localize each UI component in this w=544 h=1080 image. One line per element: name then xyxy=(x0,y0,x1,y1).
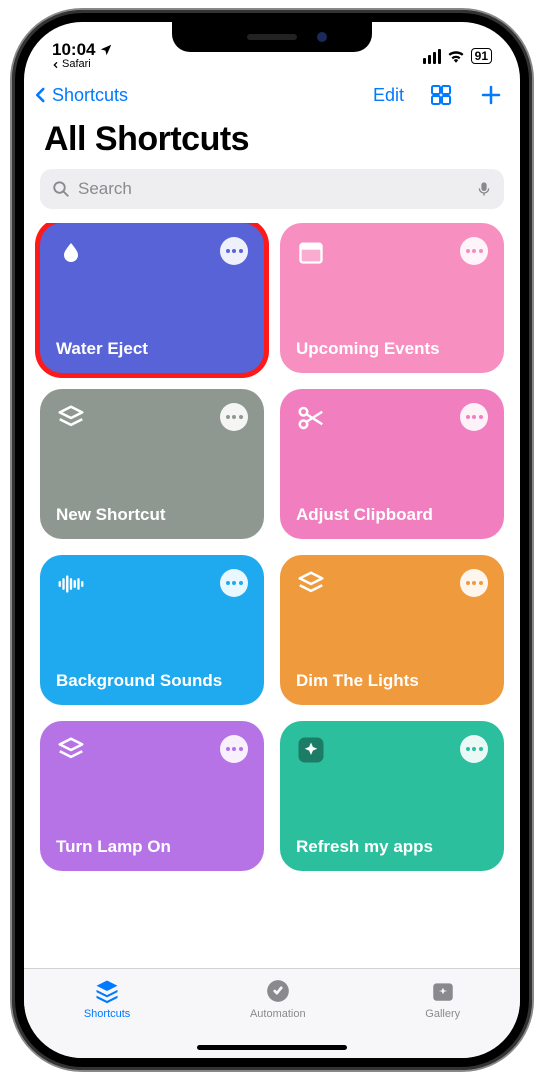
stack-icon xyxy=(296,569,326,599)
shortcut-tile[interactable]: Background Sounds xyxy=(40,555,264,705)
cellular-icon xyxy=(423,49,441,64)
screen: 10:04 Safari 91 Shortcuts Edit xyxy=(24,22,520,1058)
scissors-icon xyxy=(296,403,326,433)
more-button[interactable] xyxy=(460,735,488,763)
shortcut-tile[interactable]: Turn Lamp On xyxy=(40,721,264,871)
nav-back-label: Shortcuts xyxy=(52,85,128,106)
tile-label: Upcoming Events xyxy=(296,338,488,359)
tile-label: Dim The Lights xyxy=(296,670,488,691)
nav-back-button[interactable]: Shortcuts xyxy=(32,83,128,107)
tab-shortcuts[interactable]: Shortcuts xyxy=(84,977,130,1058)
shortcuts-grid: Water Eject Upcoming Events New Shortcut Ad… xyxy=(24,223,520,968)
stack-icon xyxy=(56,403,86,433)
search-input[interactable] xyxy=(78,179,468,199)
more-button[interactable] xyxy=(460,403,488,431)
drop-icon xyxy=(56,237,86,267)
tile-label: Water Eject xyxy=(56,338,248,359)
automation-tab-icon xyxy=(264,977,292,1005)
more-button[interactable] xyxy=(460,237,488,265)
gallery-tab-icon xyxy=(429,977,457,1005)
search-field[interactable] xyxy=(40,169,504,209)
device-frame: 10:04 Safari 91 Shortcuts Edit xyxy=(12,10,532,1070)
battery-indicator: 91 xyxy=(471,48,492,64)
page-title: All Shortcuts xyxy=(24,116,520,169)
tile-label: Refresh my apps xyxy=(296,836,488,857)
back-to-app[interactable]: Safari xyxy=(52,59,113,70)
tab-gallery[interactable]: Gallery xyxy=(425,977,460,1058)
tile-label: Adjust Clipboard xyxy=(296,504,488,525)
plus-icon xyxy=(479,83,503,107)
search-icon xyxy=(52,180,70,198)
grid-icon xyxy=(429,83,453,107)
tab-automation-label: Automation xyxy=(250,1008,306,1020)
shortcut-tile[interactable]: New Shortcut xyxy=(40,389,264,539)
notch xyxy=(172,22,372,52)
back-caret-icon xyxy=(52,61,60,69)
shortcut-tile[interactable]: Upcoming Events xyxy=(280,223,504,373)
nav-bar: Shortcuts Edit xyxy=(24,72,520,116)
shortcut-tile[interactable]: Adjust Clipboard xyxy=(280,389,504,539)
edit-button[interactable]: Edit xyxy=(373,85,404,106)
shortcut-tile[interactable]: Dim The Lights xyxy=(280,555,504,705)
tab-gallery-label: Gallery xyxy=(425,1008,460,1020)
location-icon xyxy=(99,43,113,57)
tab-shortcuts-label: Shortcuts xyxy=(84,1008,130,1020)
mic-icon[interactable] xyxy=(476,179,492,199)
more-button[interactable] xyxy=(220,403,248,431)
shortcut-tile[interactable]: Refresh my apps xyxy=(280,721,504,871)
home-indicator[interactable] xyxy=(197,1045,347,1050)
tile-label: Background Sounds xyxy=(56,670,248,691)
chevron-left-icon xyxy=(32,83,50,107)
shortcut-tile[interactable]: Water Eject xyxy=(40,223,264,373)
stack-icon xyxy=(56,735,86,765)
view-mode-button[interactable] xyxy=(428,82,454,108)
soundwave-icon xyxy=(56,569,86,599)
back-app-label: Safari xyxy=(62,59,91,70)
more-button[interactable] xyxy=(220,735,248,763)
more-button[interactable] xyxy=(220,237,248,265)
tile-label: New Shortcut xyxy=(56,504,248,525)
tile-label: Turn Lamp On xyxy=(56,836,248,857)
shortcuts-tab-icon xyxy=(93,977,121,1005)
wifi-icon xyxy=(447,49,465,63)
calendar-icon xyxy=(296,237,326,267)
status-time: 10:04 xyxy=(52,41,95,58)
sparkle-icon xyxy=(296,735,326,765)
more-button[interactable] xyxy=(460,569,488,597)
add-button[interactable] xyxy=(478,82,504,108)
more-button[interactable] xyxy=(220,569,248,597)
